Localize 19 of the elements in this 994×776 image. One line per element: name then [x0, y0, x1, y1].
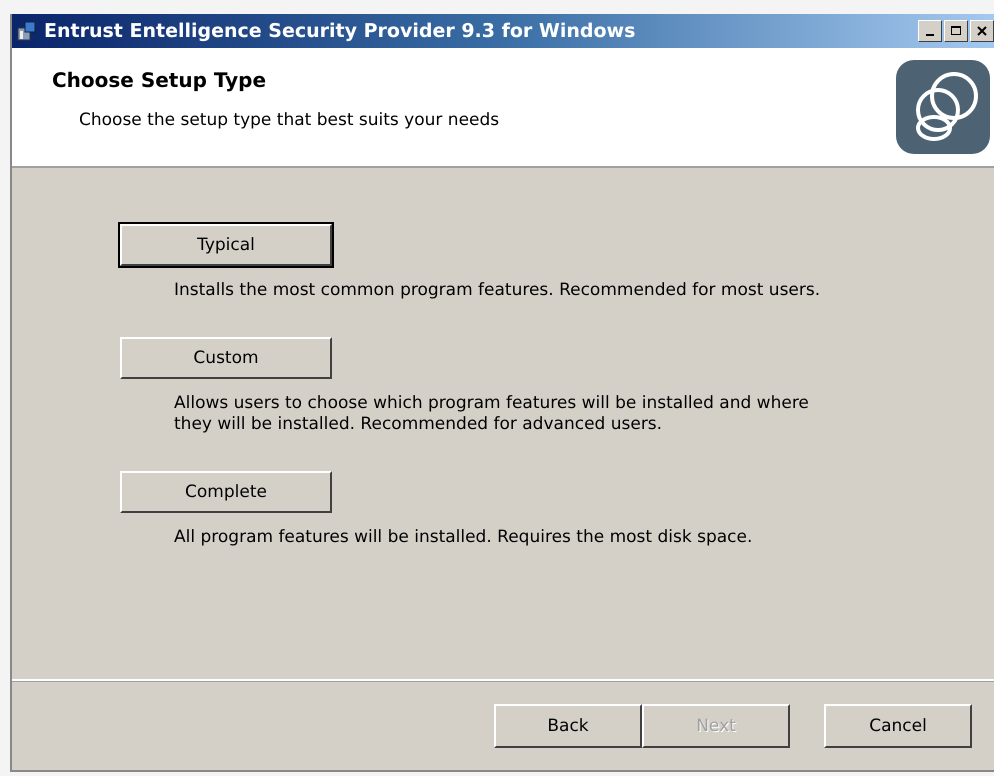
- rings-logo-icon: [896, 60, 990, 154]
- page-title: Choose Setup Type: [52, 68, 268, 92]
- setup-type-button[interactable]: Typical: [120, 224, 332, 266]
- installer-icon: [16, 20, 38, 42]
- window-title: Entrust Entelligence Security Provider 9.3 for Windows: [44, 20, 636, 42]
- close-icon: [977, 26, 987, 36]
- close-button[interactable]: [970, 20, 994, 42]
- maximize-icon: [951, 26, 961, 36]
- minimize-button[interactable]: [918, 20, 942, 42]
- setup-type-button[interactable]: Complete: [120, 471, 332, 513]
- setup-type-button[interactable]: Custom: [120, 337, 332, 379]
- setup-type-description: Installs the most common program features. Recommended for most users.: [174, 280, 822, 301]
- minimize-icon: [926, 34, 934, 36]
- setup-type-description: Allows users to choose which program features will be installed and where they will be installed. Recommended for advanced users.: [174, 393, 810, 435]
- page-subtitle: Choose the setup type that best suits your needs: [79, 110, 500, 130]
- wizard-button[interactable]: Back: [494, 704, 642, 748]
- wizard-button[interactable]: Cancel: [824, 704, 972, 748]
- setup-type-description: All program features will be installed. Requires the most disk space.: [174, 527, 754, 548]
- maximize-button[interactable]: [944, 20, 968, 42]
